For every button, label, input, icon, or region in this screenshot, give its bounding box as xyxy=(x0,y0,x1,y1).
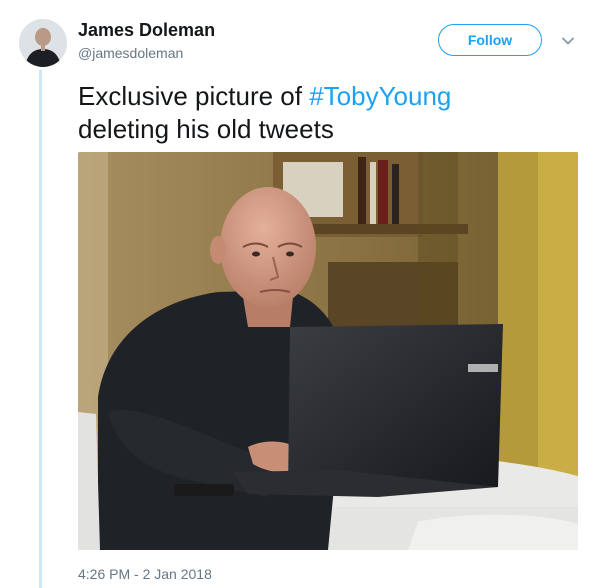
avatar[interactable] xyxy=(19,19,67,67)
thread-line xyxy=(39,70,42,588)
photo-man-at-laptop xyxy=(78,152,578,550)
tweet-timestamp[interactable]: 4:26 PM - 2 Jan 2018 xyxy=(78,566,212,582)
hashtag-link[interactable]: #TobyYoung xyxy=(309,81,451,111)
avatar-image xyxy=(19,19,67,67)
author-handle[interactable]: @jamesdoleman xyxy=(78,45,183,61)
tweet-text-end: deleting his old tweets xyxy=(78,114,334,144)
tweet-photo[interactable] xyxy=(78,152,578,550)
follow-button[interactable]: Follow xyxy=(438,24,542,56)
tweet-text-start: Exclusive picture of xyxy=(78,81,310,111)
tweet-text: Exclusive picture of #TobyYoung deleting… xyxy=(78,80,578,146)
author-name[interactable]: James Doleman xyxy=(78,20,215,41)
chevron-down-icon[interactable] xyxy=(560,33,576,49)
